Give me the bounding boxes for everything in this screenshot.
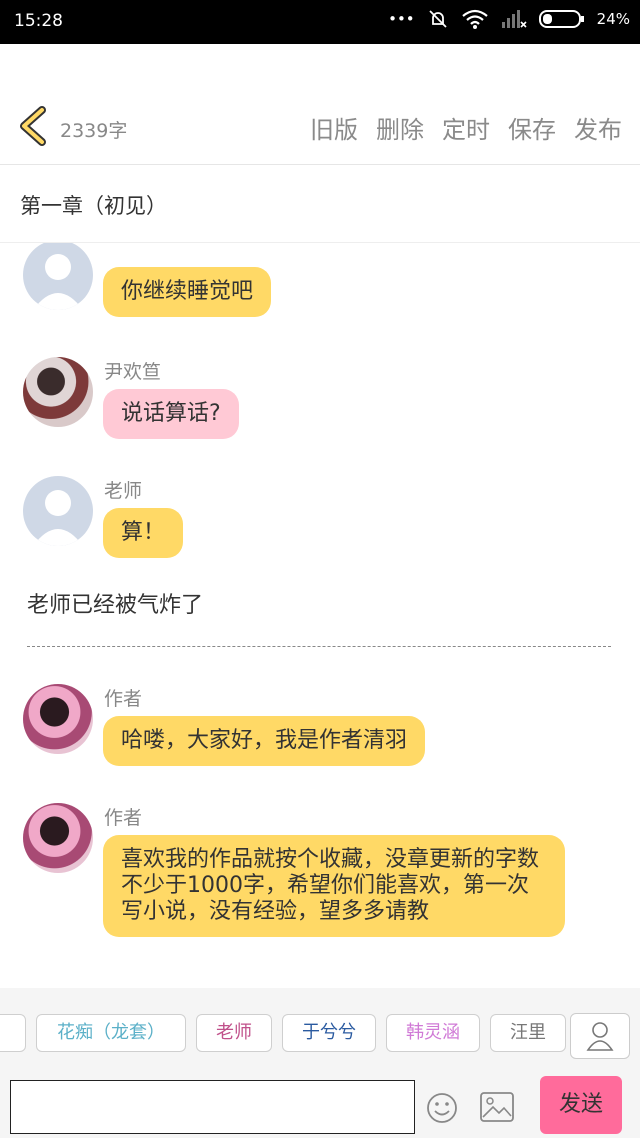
schedule-button[interactable]: 定时: [442, 110, 490, 145]
character-chip[interactable]: 老师: [196, 1014, 272, 1052]
status-icons: ••• 24%: [388, 8, 630, 30]
word-count: 2339字: [60, 120, 128, 142]
message-bubble[interactable]: 算！: [103, 508, 184, 558]
chapter-title-bar[interactable]: 第一章（初见）: [0, 165, 640, 243]
character-chip[interactable]: 花痴（龙套）: [36, 1014, 186, 1052]
user-avatar[interactable]: [23, 357, 93, 427]
battery-icon: [538, 10, 584, 28]
editor-header: 2339字 旧版 删除 定时 保存 发布: [0, 88, 640, 165]
wifi-icon: [461, 9, 488, 29]
save-button[interactable]: 保存: [508, 110, 556, 145]
status-bar: 15:28 ••• 24%: [0, 0, 640, 44]
default-avatar[interactable]: [23, 243, 93, 310]
user-icon: [586, 1022, 614, 1051]
emoji-icon[interactable]: [426, 1092, 458, 1124]
character-selector: 花痴（龙套） 老师 于兮兮 韩灵涵 汪里: [0, 988, 640, 1080]
add-character-button[interactable]: [570, 1013, 630, 1059]
delete-button[interactable]: 删除: [376, 110, 424, 145]
chat-content[interactable]: 老师 你继续睡觉吧 尹欢笪 说话算话? 老师 算！ 老师已经被气炸了 作者 哈喽…: [0, 243, 640, 987]
author-avatar[interactable]: [23, 803, 93, 873]
character-chip[interactable]: [0, 1014, 26, 1052]
old-version-button[interactable]: 旧版: [310, 110, 358, 145]
author-avatar[interactable]: [23, 684, 93, 754]
default-avatar[interactable]: [23, 476, 93, 546]
chapter-title: 第一章（初见）: [20, 194, 167, 218]
more-dots-icon: •••: [388, 10, 415, 28]
bell-muted-icon: [429, 10, 447, 28]
character-chip[interactable]: 汪里: [490, 1014, 566, 1052]
back-arrow-icon[interactable]: [14, 106, 50, 146]
sender-name: 尹欢笪: [104, 361, 162, 383]
character-chip[interactable]: 于兮兮: [282, 1014, 376, 1052]
status-time: 15:28: [14, 11, 63, 31]
send-button[interactable]: 发送: [540, 1076, 622, 1134]
message-bubble[interactable]: 你继续睡觉吧: [103, 267, 272, 317]
message-bubble[interactable]: 说话算话?: [103, 389, 239, 439]
input-bar: 发送: [0, 1070, 640, 1138]
sender-name: 作者: [104, 807, 143, 829]
sender-name: 老师: [104, 480, 143, 502]
header-actions: 旧版 删除 定时 保存 发布: [310, 110, 622, 145]
section-divider: [27, 646, 611, 647]
battery-percent: 24%: [596, 10, 630, 28]
message-bubble[interactable]: 哈喽，大家好，我是作者清羽: [103, 716, 426, 766]
publish-button[interactable]: 发布: [574, 110, 622, 145]
sender-name: 老师: [104, 243, 142, 246]
image-icon[interactable]: [480, 1092, 514, 1122]
message-input[interactable]: [10, 1080, 415, 1134]
character-chip[interactable]: 韩灵涵: [386, 1014, 480, 1052]
narration-text[interactable]: 老师已经被气炸了: [27, 587, 203, 619]
sender-name: 作者: [104, 688, 143, 710]
signal-icon: [501, 10, 527, 28]
message-bubble[interactable]: 喜欢我的作品就按个收藏，没章更新的字数不少于1000字，希望你们能喜欢，第一次写…: [103, 835, 565, 937]
